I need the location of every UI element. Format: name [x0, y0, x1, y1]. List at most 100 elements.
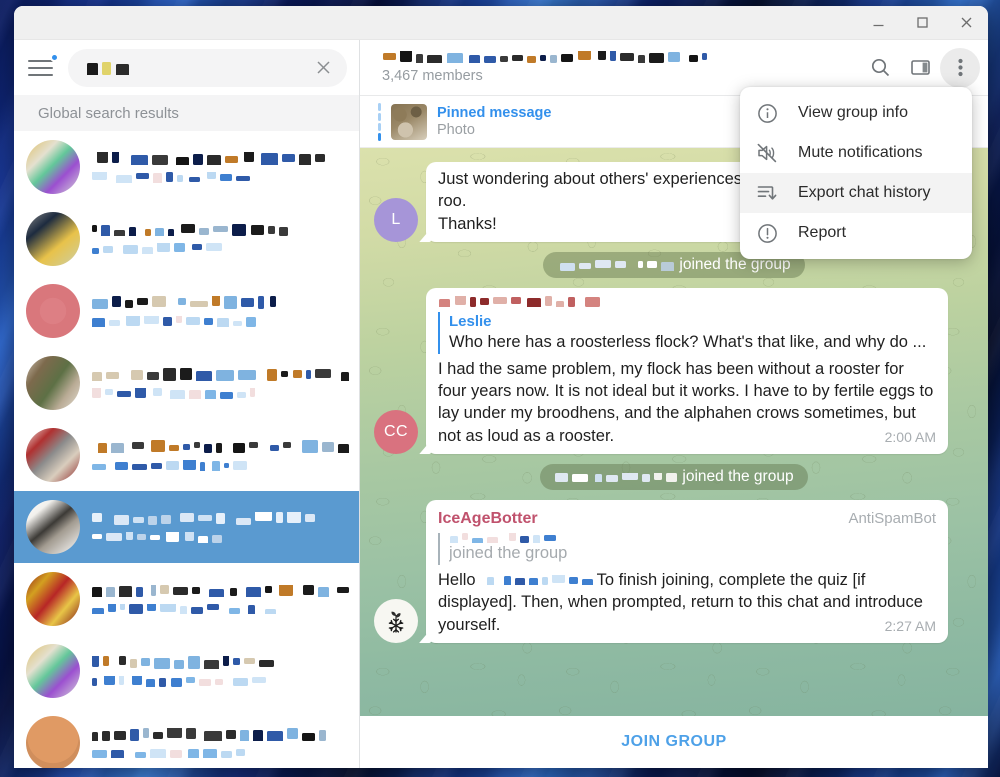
avatar[interactable]: CC — [374, 410, 418, 455]
clear-search-icon[interactable] — [309, 54, 337, 82]
message-text: I had the same problem, my flock has bee… — [438, 358, 936, 448]
info-icon — [756, 102, 778, 124]
reply-author-redacted — [449, 533, 936, 544]
message-row: CC Leslie Who here has a roosterless flo… — [374, 288, 974, 455]
avatar — [26, 500, 80, 555]
search-value-redacted — [86, 61, 129, 75]
service-username-redacted — [557, 260, 675, 271]
pinned-text: Pinned message Photo — [437, 105, 551, 138]
message-time: 2:00 AM — [884, 428, 936, 445]
chat-title-redacted — [382, 51, 860, 63]
message-bubble[interactable]: Just wondering about others' experiences… — [426, 162, 755, 243]
chat-list-item-text — [91, 655, 349, 687]
hamburger-menu-icon[interactable] — [28, 52, 59, 83]
avatar — [26, 212, 80, 267]
telegram-window: Global search results 3,467 members Pinn… — [14, 6, 988, 768]
menu-item-label: Mute notifications — [798, 144, 923, 161]
reply-quote[interactable]: joined the group — [438, 533, 936, 565]
chat-title-redacted — [91, 224, 349, 237]
chat-preview-redacted — [91, 459, 349, 471]
join-group-label: JOIN GROUP — [621, 733, 727, 750]
chat-panel: 3,467 members Pinned message Photo View … — [360, 40, 988, 768]
menu-item-view-group-info[interactable]: View group info — [740, 93, 972, 133]
close-button[interactable] — [944, 6, 988, 40]
context-menu[interactable]: View group info Mute notifications Expor… — [740, 87, 972, 259]
sidebar-panel-icon[interactable] — [900, 48, 940, 88]
member-count: 3,467 members — [382, 68, 483, 84]
menu-item-label: View group info — [798, 104, 908, 121]
chat-title-redacted — [91, 367, 349, 381]
avatar — [26, 284, 80, 339]
pinned-title: Pinned message — [437, 105, 552, 121]
chat-preview-redacted — [91, 531, 349, 543]
chat-list-item[interactable] — [14, 131, 359, 203]
service-text: joined the group — [682, 468, 794, 486]
avatar — [26, 356, 80, 411]
chat-title-redacted — [91, 728, 349, 742]
maximize-button[interactable] — [900, 6, 944, 40]
sprout-snowflake-avatar[interactable] — [374, 599, 418, 644]
chat-list-item-text — [91, 295, 349, 327]
service-username-redacted — [554, 472, 678, 482]
menu-item-label: Export chat history — [798, 184, 931, 201]
message-bubble[interactable]: Leslie Who here has a roosterless flock?… — [426, 288, 948, 455]
chat-title-redacted — [91, 439, 349, 453]
menu-item-label: Report — [798, 224, 847, 241]
avatar — [26, 572, 80, 627]
message-text: Hello To finish joining, complete the qui… — [438, 569, 936, 636]
chat-title-redacted — [91, 584, 349, 597]
chat-list-item-text — [91, 511, 349, 543]
reply-quote[interactable]: Leslie Who here has a roosterless flock?… — [438, 312, 936, 354]
reply-preview: joined the group — [449, 544, 568, 563]
bot-tag: AntiSpamBot — [848, 510, 936, 528]
notification-badge-dot — [50, 52, 59, 62]
chat-list-item-text — [91, 224, 349, 255]
bot-name: IceAgeBotter — [438, 510, 538, 528]
chat-list-item[interactable] — [14, 347, 359, 419]
chat-title-redacted — [91, 151, 349, 165]
chat-list-item[interactable] — [14, 707, 359, 768]
menu-item-export-chat-history[interactable]: Export chat history — [740, 173, 972, 213]
chat-list-item[interactable] — [14, 635, 359, 707]
chat-list[interactable] — [14, 131, 359, 768]
chat-list-item-text — [91, 728, 349, 759]
chat-preview-redacted — [91, 387, 349, 399]
menu-item-mute-notifications[interactable]: Mute notifications — [740, 133, 972, 173]
pinned-subtitle: Photo — [437, 122, 475, 138]
chat-list-item-text — [91, 367, 349, 399]
reply-preview: Who here has a roosterless flock? What's… — [449, 332, 927, 351]
service-message: joined the group — [540, 464, 808, 491]
chat-list-item-text — [91, 151, 349, 183]
more-options-icon[interactable] — [940, 47, 980, 88]
mute-icon — [756, 142, 778, 164]
chat-header-info[interactable]: 3,467 members — [382, 51, 860, 84]
search-bar — [14, 40, 359, 96]
chat-list-item[interactable] — [14, 203, 359, 275]
chat-list-item[interactable] — [14, 275, 359, 347]
chat-title-redacted — [91, 295, 349, 309]
chat-title-redacted — [91, 511, 349, 525]
message-header-redacted — [438, 296, 936, 308]
chat-preview-redacted — [91, 675, 349, 687]
avatar — [26, 140, 80, 195]
chat-title-redacted — [91, 655, 349, 669]
chat-preview-redacted — [91, 243, 349, 255]
chat-list-item[interactable] — [14, 491, 359, 564]
message-line: Just wondering about others' experiences — [438, 170, 743, 188]
chat-list-item[interactable] — [14, 419, 359, 491]
search-icon[interactable] — [860, 48, 900, 88]
join-group-button[interactable]: JOIN GROUP — [360, 716, 988, 768]
minimize-button[interactable] — [856, 6, 900, 40]
search-input[interactable] — [68, 48, 347, 87]
chat-list-item[interactable] — [14, 563, 359, 635]
bot-message-header: IceAgeBotter AntiSpamBot — [438, 508, 936, 530]
chat-preview-redacted — [91, 171, 349, 183]
menu-item-report[interactable]: Report — [740, 213, 972, 253]
message-bubble[interactable]: IceAgeBotter AntiSpamBot joined the grou… — [426, 500, 948, 644]
pinned-thumbnail — [391, 103, 427, 140]
reply-author: Leslie — [449, 313, 492, 331]
service-text: joined the group — [679, 256, 791, 274]
avatar — [26, 428, 80, 483]
avatar — [26, 644, 80, 699]
avatar[interactable]: L — [374, 198, 418, 243]
